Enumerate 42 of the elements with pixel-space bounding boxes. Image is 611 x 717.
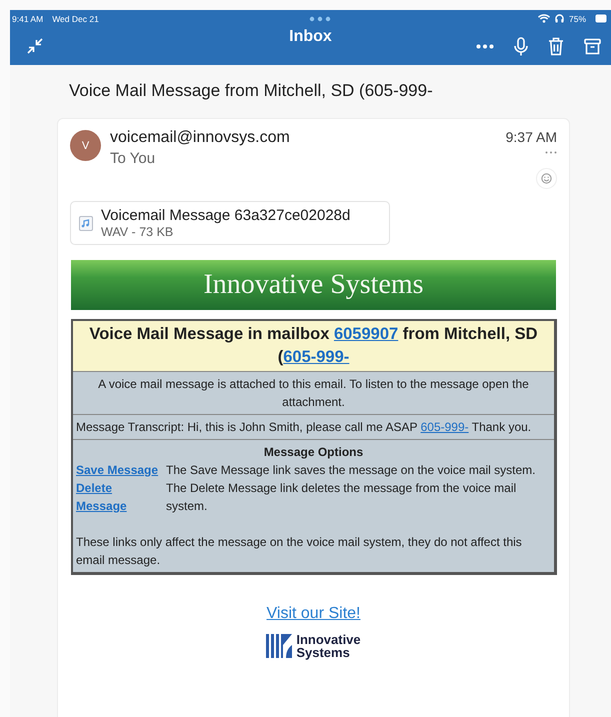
more-icon[interactable] xyxy=(476,44,494,48)
headphones-icon xyxy=(555,14,564,23)
wifi-icon xyxy=(538,14,550,23)
microphone-icon[interactable] xyxy=(514,36,528,56)
smiley-icon xyxy=(541,173,552,184)
trash-icon[interactable] xyxy=(548,36,564,56)
attachment-card[interactable]: Voicemail Message 63a327ce02028d WAV - 73 KB xyxy=(70,201,390,245)
heading-link[interactable]: 605-999- xyxy=(283,348,350,366)
more-icon[interactable] xyxy=(545,151,557,154)
email-subject: Voice Mail Message from Mitchell, SD (605-999- xyxy=(68,80,434,102)
battery-percent: 75% xyxy=(569,14,586,24)
visit-site-link[interactable]: Visit our Site! xyxy=(266,605,360,623)
logo-text: Systems xyxy=(296,646,351,659)
transcript-text: Message Transcript: Hi, this is John Smith, please call me ASAP 605-999- Thank you. xyxy=(73,415,554,440)
attachment-size: WAV - 73 KB xyxy=(101,225,174,239)
battery-icon xyxy=(595,14,608,23)
archive-icon[interactable] xyxy=(584,38,601,54)
message-time: 9:37 AM xyxy=(506,129,557,145)
reaction-button[interactable] xyxy=(536,168,557,189)
option-link[interactable]: Delete Message xyxy=(76,479,162,515)
audio-file-icon xyxy=(79,216,93,230)
company-logo-icon xyxy=(266,633,292,659)
heading-link[interactable]: 6059907 xyxy=(334,325,398,343)
table-heading: Voice Mail Message in mailbox 6059907 from Mitchell, SD (605-999- xyxy=(73,321,554,372)
banner-title: Innovative Systems xyxy=(203,269,424,301)
logo-text: Innovative xyxy=(296,633,361,646)
options-note: These links only affect the message on the voice mail system, they do not affect this email message. xyxy=(76,534,523,569)
options-title: Message Options xyxy=(262,444,364,461)
multitask-dots-icon xyxy=(309,16,332,22)
option-description: The Delete Message link deletes the message from the voice mail system. xyxy=(166,480,518,515)
sender-avatar: V xyxy=(70,130,101,161)
sender-address: voicemail@innovsys.com xyxy=(110,129,290,147)
phone-link[interactable]: 605-999- xyxy=(420,420,469,434)
inbox-title: Inbox xyxy=(289,28,332,46)
status-date: Wed Dec 21 xyxy=(52,14,99,24)
recipient-label: To You xyxy=(110,150,156,167)
status-time: 9:41 AM xyxy=(12,14,44,24)
attachment-name: Voicemail Message 63a327ce02028d xyxy=(101,207,350,224)
collapse-icon[interactable] xyxy=(26,37,44,55)
option-link[interactable]: Save Message xyxy=(76,461,162,479)
option-description: The Save Message link saves the message on the voice mail system. xyxy=(166,462,537,479)
notice-text: A voice mail message is attached to this email. To listen to the message open the attachment. xyxy=(73,372,554,415)
